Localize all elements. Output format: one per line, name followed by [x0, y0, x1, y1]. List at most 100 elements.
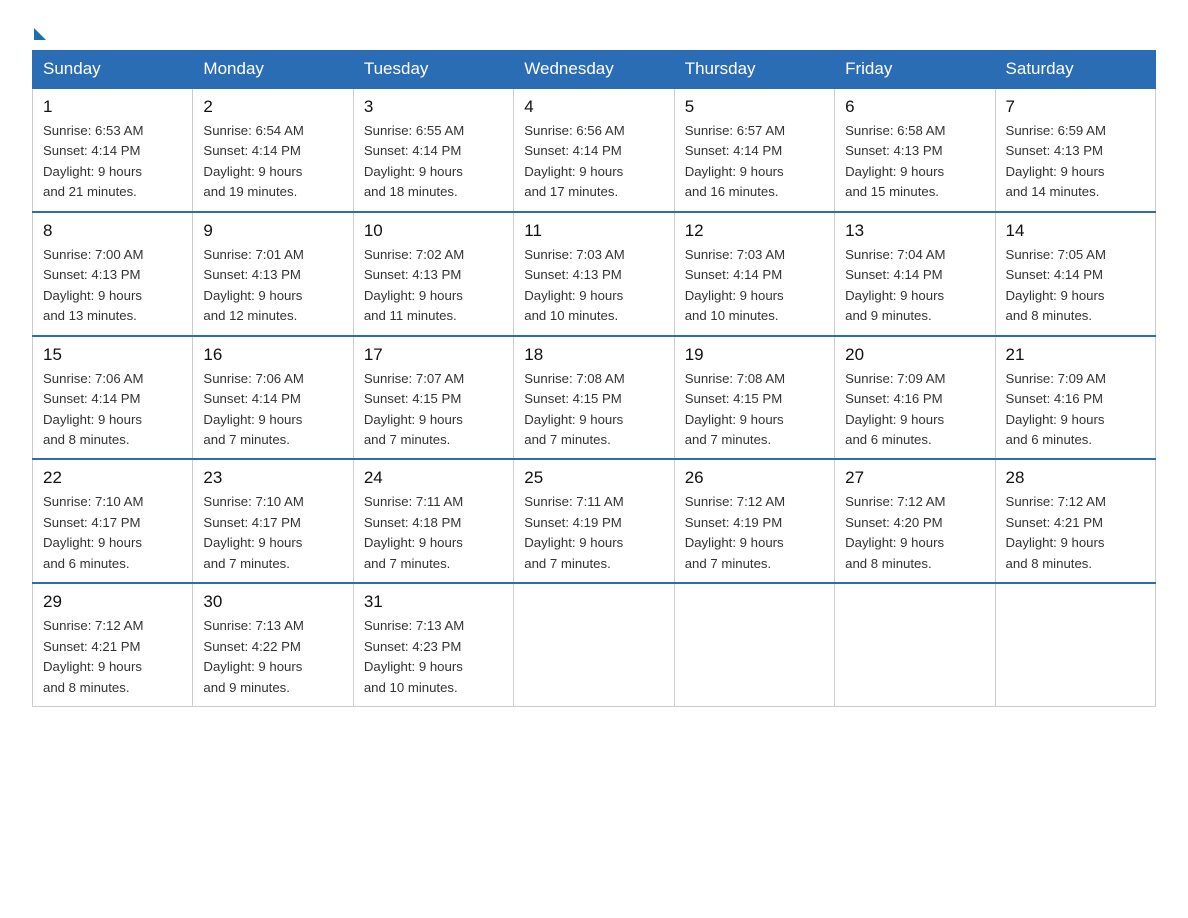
- day-info: Sunrise: 6:56 AMSunset: 4:14 PMDaylight:…: [524, 121, 663, 203]
- day-info: Sunrise: 7:12 AMSunset: 4:20 PMDaylight:…: [845, 492, 984, 574]
- calendar-header-row: SundayMondayTuesdayWednesdayThursdayFrid…: [33, 51, 1156, 89]
- day-number: 2: [203, 97, 342, 117]
- day-info: Sunrise: 7:12 AMSunset: 4:21 PMDaylight:…: [43, 616, 182, 698]
- day-info: Sunrise: 7:13 AMSunset: 4:22 PMDaylight:…: [203, 616, 342, 698]
- calendar-week-row: 29Sunrise: 7:12 AMSunset: 4:21 PMDayligh…: [33, 583, 1156, 706]
- calendar-cell: 24Sunrise: 7:11 AMSunset: 4:18 PMDayligh…: [353, 459, 513, 583]
- day-number: 25: [524, 468, 663, 488]
- day-number: 14: [1006, 221, 1145, 241]
- day-info: Sunrise: 6:59 AMSunset: 4:13 PMDaylight:…: [1006, 121, 1145, 203]
- day-number: 23: [203, 468, 342, 488]
- day-info: Sunrise: 7:05 AMSunset: 4:14 PMDaylight:…: [1006, 245, 1145, 327]
- day-number: 3: [364, 97, 503, 117]
- weekday-header-sunday: Sunday: [33, 51, 193, 89]
- calendar-week-row: 1 Sunrise: 6:53 AMSunset: 4:14 PMDaylight…: [33, 88, 1156, 212]
- calendar-cell: 29Sunrise: 7:12 AMSunset: 4:21 PMDayligh…: [33, 583, 193, 706]
- day-info: Sunrise: 6:53 AMSunset: 4:14 PMDaylight:…: [43, 121, 182, 203]
- calendar-week-row: 15Sunrise: 7:06 AMSunset: 4:14 PMDayligh…: [33, 336, 1156, 460]
- day-info: Sunrise: 7:03 AMSunset: 4:13 PMDaylight:…: [524, 245, 663, 327]
- day-info: Sunrise: 6:57 AMSunset: 4:14 PMDaylight:…: [685, 121, 824, 203]
- day-info: Sunrise: 7:12 AMSunset: 4:19 PMDaylight:…: [685, 492, 824, 574]
- day-info: Sunrise: 7:09 AMSunset: 4:16 PMDaylight:…: [845, 369, 984, 451]
- calendar-cell: [995, 583, 1155, 706]
- day-number: 11: [524, 221, 663, 241]
- calendar-cell: 19 Sunrise: 7:08 AMSunset: 4:15 PMDayligh…: [674, 336, 834, 460]
- day-number: 30: [203, 592, 342, 612]
- calendar-cell: 6 Sunrise: 6:58 AMSunset: 4:13 PMDaylight…: [835, 88, 995, 212]
- day-number: 8: [43, 221, 182, 241]
- day-number: 17: [364, 345, 503, 365]
- day-info: Sunrise: 7:09 AMSunset: 4:16 PMDaylight:…: [1006, 369, 1145, 451]
- page-header: [32, 24, 1156, 36]
- calendar-cell: [674, 583, 834, 706]
- day-number: 28: [1006, 468, 1145, 488]
- day-number: 19: [685, 345, 824, 365]
- day-number: 18: [524, 345, 663, 365]
- calendar-cell: 25 Sunrise: 7:11 AMSunset: 4:19 PMDayligh…: [514, 459, 674, 583]
- calendar-week-row: 8 Sunrise: 7:00 AMSunset: 4:13 PMDaylight…: [33, 212, 1156, 336]
- day-info: Sunrise: 6:58 AMSunset: 4:13 PMDaylight:…: [845, 121, 984, 203]
- day-info: Sunrise: 7:11 AMSunset: 4:19 PMDaylight:…: [524, 492, 663, 574]
- day-info: Sunrise: 7:10 AMSunset: 4:17 PMDaylight:…: [203, 492, 342, 574]
- day-number: 7: [1006, 97, 1145, 117]
- day-info: Sunrise: 7:08 AMSunset: 4:15 PMDaylight:…: [685, 369, 824, 451]
- calendar-cell: 30 Sunrise: 7:13 AMSunset: 4:22 PMDayligh…: [193, 583, 353, 706]
- day-info: Sunrise: 7:01 AMSunset: 4:13 PMDaylight:…: [203, 245, 342, 327]
- weekday-header-thursday: Thursday: [674, 51, 834, 89]
- day-info: Sunrise: 7:08 AMSunset: 4:15 PMDaylight:…: [524, 369, 663, 451]
- day-number: 22: [43, 468, 182, 488]
- calendar-table: SundayMondayTuesdayWednesdayThursdayFrid…: [32, 50, 1156, 707]
- calendar-cell: 15Sunrise: 7:06 AMSunset: 4:14 PMDayligh…: [33, 336, 193, 460]
- day-number: 26: [685, 468, 824, 488]
- calendar-cell: 12 Sunrise: 7:03 AMSunset: 4:14 PMDayligh…: [674, 212, 834, 336]
- day-info: Sunrise: 7:12 AMSunset: 4:21 PMDaylight:…: [1006, 492, 1145, 574]
- calendar-cell: 21 Sunrise: 7:09 AMSunset: 4:16 PMDayligh…: [995, 336, 1155, 460]
- day-info: Sunrise: 7:02 AMSunset: 4:13 PMDaylight:…: [364, 245, 503, 327]
- calendar-cell: 28 Sunrise: 7:12 AMSunset: 4:21 PMDayligh…: [995, 459, 1155, 583]
- weekday-header-saturday: Saturday: [995, 51, 1155, 89]
- day-info: Sunrise: 7:06 AMSunset: 4:14 PMDaylight:…: [203, 369, 342, 451]
- day-number: 1: [43, 97, 182, 117]
- calendar-cell: 31 Sunrise: 7:13 AMSunset: 4:23 PMDayligh…: [353, 583, 513, 706]
- calendar-cell: 14 Sunrise: 7:05 AMSunset: 4:14 PMDayligh…: [995, 212, 1155, 336]
- calendar-cell: 27Sunrise: 7:12 AMSunset: 4:20 PMDayligh…: [835, 459, 995, 583]
- day-number: 21: [1006, 345, 1145, 365]
- calendar-week-row: 22 Sunrise: 7:10 AMSunset: 4:17 PMDayligh…: [33, 459, 1156, 583]
- day-info: Sunrise: 7:00 AMSunset: 4:13 PMDaylight:…: [43, 245, 182, 327]
- calendar-cell: 17 Sunrise: 7:07 AMSunset: 4:15 PMDayligh…: [353, 336, 513, 460]
- calendar-cell: 16 Sunrise: 7:06 AMSunset: 4:14 PMDayligh…: [193, 336, 353, 460]
- calendar-cell: 3 Sunrise: 6:55 AMSunset: 4:14 PMDaylight…: [353, 88, 513, 212]
- logo-triangle-icon: [34, 28, 46, 40]
- day-info: Sunrise: 7:04 AMSunset: 4:14 PMDaylight:…: [845, 245, 984, 327]
- calendar-cell: 5 Sunrise: 6:57 AMSunset: 4:14 PMDaylight…: [674, 88, 834, 212]
- day-info: Sunrise: 7:03 AMSunset: 4:14 PMDaylight:…: [685, 245, 824, 327]
- calendar-cell: 10Sunrise: 7:02 AMSunset: 4:13 PMDayligh…: [353, 212, 513, 336]
- day-number: 12: [685, 221, 824, 241]
- day-number: 31: [364, 592, 503, 612]
- day-number: 6: [845, 97, 984, 117]
- day-number: 9: [203, 221, 342, 241]
- logo: [32, 24, 46, 36]
- calendar-cell: 20 Sunrise: 7:09 AMSunset: 4:16 PMDayligh…: [835, 336, 995, 460]
- calendar-cell: [514, 583, 674, 706]
- day-number: 5: [685, 97, 824, 117]
- day-info: Sunrise: 7:13 AMSunset: 4:23 PMDaylight:…: [364, 616, 503, 698]
- calendar-cell: 23 Sunrise: 7:10 AMSunset: 4:17 PMDayligh…: [193, 459, 353, 583]
- day-info: Sunrise: 7:07 AMSunset: 4:15 PMDaylight:…: [364, 369, 503, 451]
- day-info: Sunrise: 7:06 AMSunset: 4:14 PMDaylight:…: [43, 369, 182, 451]
- day-number: 4: [524, 97, 663, 117]
- day-number: 13: [845, 221, 984, 241]
- weekday-header-monday: Monday: [193, 51, 353, 89]
- day-info: Sunrise: 6:54 AMSunset: 4:14 PMDaylight:…: [203, 121, 342, 203]
- day-number: 16: [203, 345, 342, 365]
- weekday-header-tuesday: Tuesday: [353, 51, 513, 89]
- day-number: 20: [845, 345, 984, 365]
- calendar-cell: 26 Sunrise: 7:12 AMSunset: 4:19 PMDayligh…: [674, 459, 834, 583]
- calendar-cell: 9 Sunrise: 7:01 AMSunset: 4:13 PMDaylight…: [193, 212, 353, 336]
- day-info: Sunrise: 6:55 AMSunset: 4:14 PMDaylight:…: [364, 121, 503, 203]
- weekday-header-wednesday: Wednesday: [514, 51, 674, 89]
- calendar-cell: 13 Sunrise: 7:04 AMSunset: 4:14 PMDayligh…: [835, 212, 995, 336]
- calendar-cell: 22 Sunrise: 7:10 AMSunset: 4:17 PMDayligh…: [33, 459, 193, 583]
- calendar-cell: 11 Sunrise: 7:03 AMSunset: 4:13 PMDayligh…: [514, 212, 674, 336]
- day-info: Sunrise: 7:10 AMSunset: 4:17 PMDaylight:…: [43, 492, 182, 574]
